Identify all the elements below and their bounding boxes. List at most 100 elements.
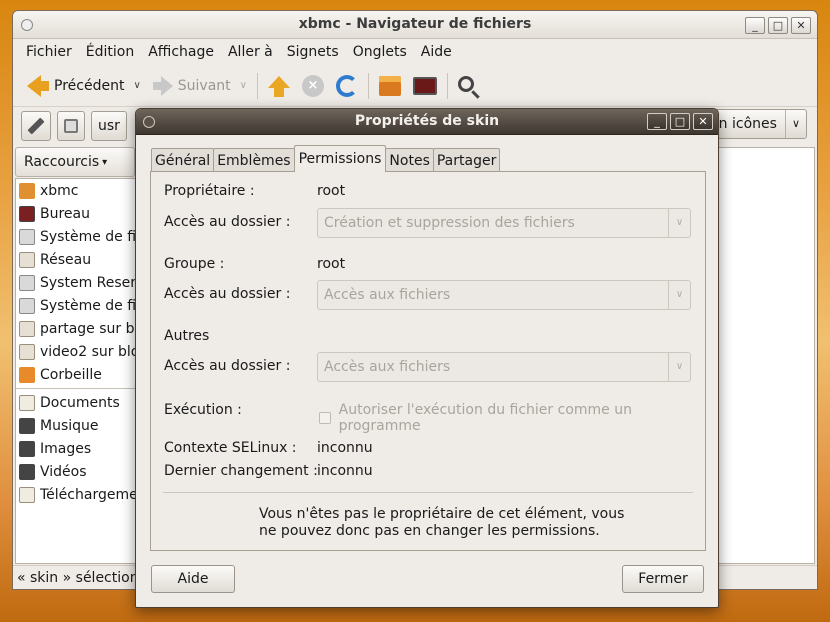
- menu-aller-a[interactable]: Aller à: [221, 44, 280, 60]
- toolbar-separator: [367, 72, 369, 99]
- chevron-down-icon: ∨: [668, 209, 690, 237]
- dialog-minimize-button[interactable]: _: [647, 113, 667, 130]
- drive-icon: [19, 297, 35, 314]
- sidebar-item-images[interactable]: Images: [16, 437, 136, 460]
- forward-arrow-icon: [152, 75, 173, 96]
- menu-fichier[interactable]: Fichier: [19, 44, 79, 60]
- help-button[interactable]: Aide: [151, 565, 235, 593]
- sidebar-item-label: video2 sur blog: [40, 343, 136, 360]
- sidebar-item-label: Système de fichiers: [40, 297, 137, 314]
- sidebar-item-label: Documents: [40, 394, 120, 411]
- forward-button[interactable]: Suivant ∨: [147, 70, 253, 102]
- menu-edition[interactable]: Édition: [79, 44, 141, 60]
- properties-dialog: Propriétés de skin _ □ ✕ Général Emblème…: [135, 108, 719, 608]
- stop-button[interactable]: ×: [296, 70, 330, 102]
- back-button[interactable]: Précédent ∨: [21, 70, 147, 102]
- path-button-usr[interactable]: usr: [91, 111, 127, 141]
- menu-aide[interactable]: Aide: [414, 44, 459, 60]
- group-access-select[interactable]: Accès aux fichiers ∨: [317, 280, 691, 310]
- videos-folder-icon: [19, 463, 35, 480]
- sidebar-item-label: xbmc: [40, 182, 79, 199]
- owner-access-value: Création et suppression des fichiers: [324, 215, 575, 231]
- back-history-dropdown-icon[interactable]: ∨: [133, 80, 140, 91]
- owner-label: Propriétaire :: [164, 183, 255, 199]
- menu-signets[interactable]: Signets: [280, 44, 346, 60]
- execute-checkbox[interactable]: [319, 412, 331, 424]
- dialog-close-button[interactable]: ✕: [693, 113, 713, 130]
- tab-general[interactable]: Général: [151, 148, 215, 172]
- sidebar-item-partage[interactable]: partage sur blog: [16, 317, 136, 340]
- sidebar-item-label: Réseau: [40, 251, 92, 268]
- tab-emblemes[interactable]: Emblèmes: [213, 148, 295, 172]
- reload-button[interactable]: [330, 70, 364, 102]
- sidebar-item-documents[interactable]: Documents: [16, 391, 136, 414]
- sidebar-item-musique[interactable]: Musique: [16, 414, 136, 437]
- pictures-folder-icon: [19, 440, 35, 457]
- tab-notes[interactable]: Notes: [385, 148, 434, 172]
- computer-button[interactable]: [407, 70, 443, 102]
- home-button[interactable]: [373, 70, 407, 102]
- edit-location-button[interactable]: [21, 111, 51, 141]
- sidebar-item-telechargements[interactable]: Téléchargements: [16, 483, 136, 506]
- root-path-button[interactable]: [57, 111, 85, 141]
- sidebar-item-corbeille[interactable]: Corbeille: [16, 363, 136, 386]
- not-owner-note: Vous n'êtes pas le propriétaire de cet é…: [259, 506, 624, 540]
- downloads-folder-icon: [19, 486, 35, 503]
- sidebar-item-label: partage sur blog: [40, 320, 136, 337]
- sidebar-item-label: Images: [40, 440, 92, 457]
- tab-partager[interactable]: Partager: [432, 148, 501, 172]
- owner-value: root: [317, 183, 346, 199]
- up-button[interactable]: [262, 70, 296, 102]
- menu-affichage[interactable]: Affichage: [141, 44, 221, 60]
- minimize-button[interactable]: _: [745, 17, 765, 34]
- close-button[interactable]: ✕: [791, 17, 811, 34]
- close-dialog-button[interactable]: Fermer: [622, 565, 704, 593]
- computer-icon: [412, 76, 437, 95]
- search-button[interactable]: [452, 70, 480, 102]
- group-value: root: [317, 256, 346, 272]
- sidebar-item-label: Téléchargements: [40, 486, 137, 503]
- execution-label: Exécution :: [164, 402, 242, 418]
- search-icon: [457, 75, 474, 92]
- sidebar-item-system-reserved[interactable]: System Reserved: [16, 271, 136, 294]
- menubar: Fichier Édition Affichage Aller à Signet…: [13, 39, 817, 65]
- forward-history-dropdown-icon[interactable]: ∨: [240, 80, 247, 91]
- toolbar-separator: [446, 72, 448, 99]
- sidebar-pane-label: Raccourcis: [24, 154, 100, 170]
- permissions-panel: Propriétaire : root Accès au dossier : C…: [150, 171, 706, 551]
- dialog-titlebar[interactable]: Propriétés de skin _ □ ✕: [136, 109, 718, 135]
- maximize-button[interactable]: □: [768, 17, 788, 34]
- dialog-maximize-button[interactable]: □: [670, 113, 690, 130]
- others-access-select[interactable]: Accès aux fichiers ∨: [317, 352, 691, 382]
- execute-checkbox-row[interactable]: Autoriser l'exécution du fichier comme u…: [319, 402, 705, 434]
- desktop-icon: [19, 205, 35, 222]
- sidebar-item-reseau[interactable]: Réseau: [16, 248, 136, 271]
- sidebar-item-filesystem[interactable]: Système de fichiers: [16, 225, 136, 248]
- main-titlebar[interactable]: xbmc - Navigateur de fichiers _ □ ✕: [13, 11, 817, 39]
- sidebar-item-bureau[interactable]: Bureau: [16, 202, 136, 225]
- documents-folder-icon: [19, 394, 35, 411]
- others-access-value: Accès aux fichiers: [324, 359, 451, 375]
- selinux-label: Contexte SELinux :: [164, 440, 297, 456]
- execute-checkbox-label: Autoriser l'exécution du fichier comme u…: [338, 402, 632, 434]
- drive-icon: [19, 228, 35, 245]
- group-label: Groupe :: [164, 256, 225, 272]
- group-access-label: Accès au dossier :: [164, 286, 291, 302]
- sidebar-item-videos[interactable]: Vidéos: [16, 460, 136, 483]
- panel-divider: [163, 492, 693, 493]
- menu-onglets[interactable]: Onglets: [346, 44, 414, 60]
- chevron-down-icon: ∨: [668, 353, 690, 381]
- sidebar-pane-selector[interactable]: Raccourcis ▾: [15, 147, 135, 177]
- toolbar: Précédent ∨ Suivant ∨ ×: [13, 65, 817, 107]
- sidebar-item-xbmc[interactable]: xbmc: [16, 179, 136, 202]
- drive-icon: [64, 119, 78, 133]
- window-title: xbmc - Navigateur de fichiers: [298, 16, 532, 32]
- stop-icon: ×: [301, 74, 324, 97]
- sidebar-item-filesystem-2[interactable]: Système de fichiers: [16, 294, 136, 317]
- owner-access-select[interactable]: Création et suppression des fichiers ∨: [317, 208, 691, 238]
- tab-permissions[interactable]: Permissions: [293, 145, 387, 172]
- sidebar-item-video2[interactable]: video2 sur blog: [16, 340, 136, 363]
- sidebar-item-label: Bureau: [40, 205, 90, 222]
- up-arrow-icon: [267, 75, 290, 97]
- drive-icon: [19, 274, 35, 291]
